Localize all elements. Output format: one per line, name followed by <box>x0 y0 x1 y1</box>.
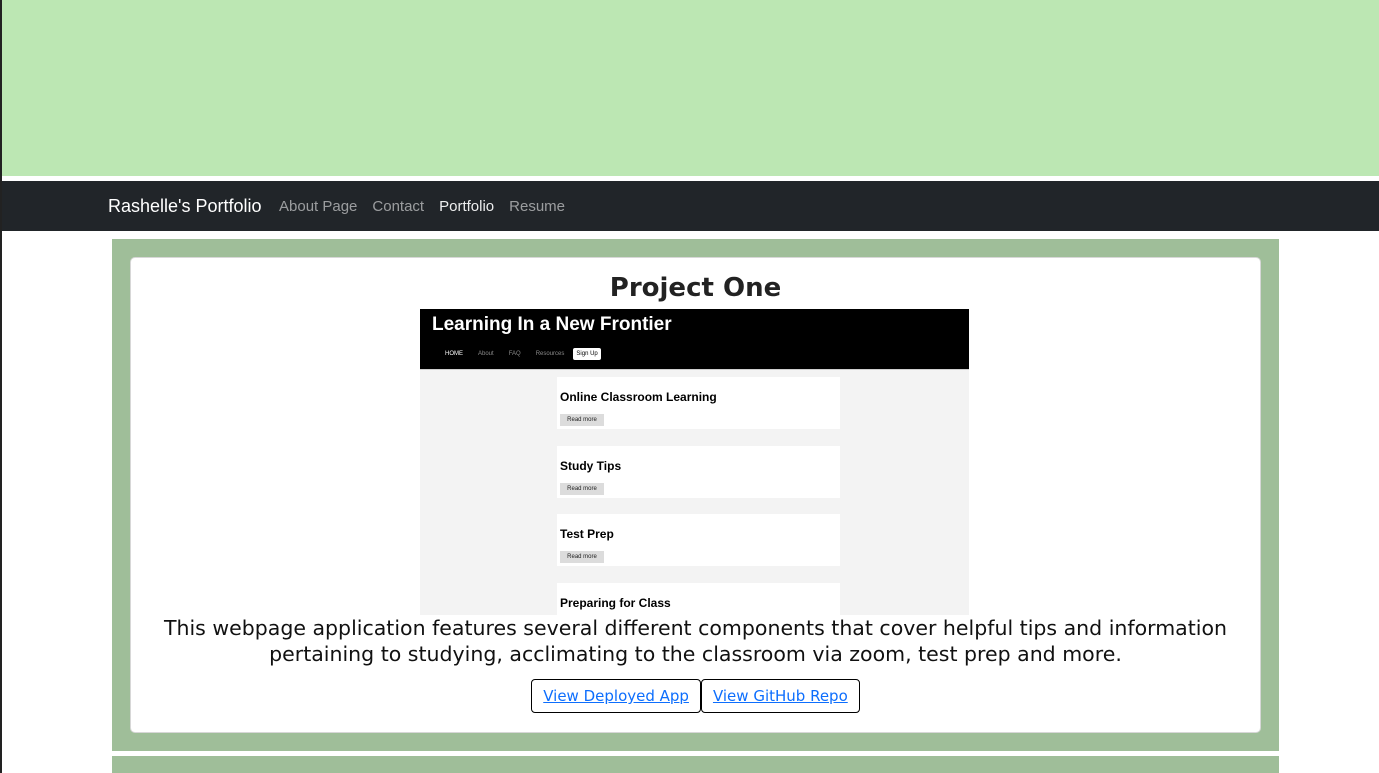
screenshot-card-title: Online Classroom Learning <box>560 390 717 404</box>
screenshot-card: Test Prep Read more <box>557 514 840 566</box>
page: Rashelle's Portfolio About Page Contact … <box>0 0 1379 773</box>
project-title: Project One <box>609 273 782 303</box>
nav-links: About Page Contact Portfolio Resume <box>279 181 573 231</box>
view-github-repo-button[interactable]: View GitHub Repo <box>700 679 860 713</box>
screenshot-signup-button: Sign Up <box>573 348 601 360</box>
navbar-brand[interactable]: Rashelle's Portfolio <box>108 181 262 231</box>
nav-link-about[interactable]: About Page <box>279 198 364 215</box>
project-screenshot: Learning In a New Frontier HOME About FA… <box>420 309 969 615</box>
screenshot-nav-faq: FAQ <box>508 351 521 357</box>
screenshot-header: Learning In a New Frontier HOME About FA… <box>420 309 969 369</box>
project-section: Project One Learning In a New Frontier H… <box>112 239 1279 751</box>
nav-link-portfolio[interactable]: Portfolio <box>439 198 501 215</box>
screenshot-card: Study Tips Read more <box>557 446 840 498</box>
project-buttons: View Deployed App View GitHub Repo <box>131 679 1260 713</box>
view-deployed-app-button[interactable]: View Deployed App <box>531 679 701 713</box>
hero-banner <box>2 0 1379 176</box>
screenshot-divider <box>420 369 969 370</box>
screenshot-nav-home: HOME <box>445 351 463 357</box>
screenshot-nav-about: About <box>478 351 494 357</box>
screenshot-read-more-button: Read more <box>560 483 604 495</box>
screenshot-card-title: Preparing for Class <box>560 596 671 610</box>
nav-link-resume[interactable]: Resume <box>509 198 572 215</box>
screenshot-card-title: Study Tips <box>560 459 622 473</box>
project-description: This webpage application features severa… <box>163 616 1228 666</box>
screenshot-read-more-button: Read more <box>560 414 604 426</box>
nav-link-contact[interactable]: Contact <box>372 198 431 215</box>
screenshot-site-title: Learning In a New Frontier <box>432 314 672 335</box>
screenshot-nav-resources: Resources <box>535 351 565 357</box>
screenshot-card: Online Classroom Learning Read more <box>557 377 840 429</box>
project-card: Project One Learning In a New Frontier H… <box>130 257 1261 733</box>
screenshot-nav: HOME About FAQ Resources Sign Up <box>445 348 616 360</box>
navbar: Rashelle's Portfolio About Page Contact … <box>2 181 1379 231</box>
screenshot-card: Preparing for Class <box>557 583 840 615</box>
screenshot-read-more-button: Read more <box>560 551 604 563</box>
next-project-section <box>112 756 1279 773</box>
screenshot-card-title: Test Prep <box>560 527 614 541</box>
